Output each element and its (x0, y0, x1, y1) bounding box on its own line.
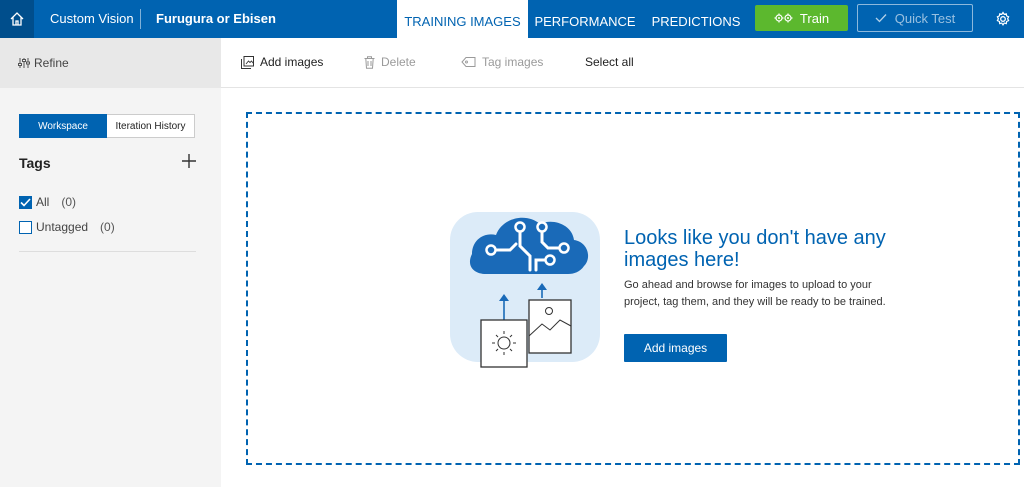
image-stack-icon (241, 55, 254, 69)
sidebar: Refine Workspace Iteration History Tags … (0, 38, 221, 487)
tag-filter-untagged[interactable]: Untagged (0) (19, 220, 115, 234)
gear-icon (996, 11, 1010, 26)
add-images-button[interactable]: Add images (624, 334, 727, 362)
trash-icon (364, 55, 375, 69)
tag-filter-all[interactable]: All (0) (19, 195, 76, 209)
add-tag-button[interactable] (181, 153, 197, 169)
view-switcher: Workspace Iteration History (19, 114, 195, 138)
tab-label: PREDICTIONS (651, 13, 741, 29)
refine-label: Refine (34, 56, 69, 70)
tag-count: (0) (61, 195, 77, 209)
sidebar-divider (19, 251, 196, 252)
plus-icon (182, 154, 196, 168)
tab-predictions[interactable]: PREDICTIONS (651, 0, 741, 38)
checkbox-checked-icon[interactable] (19, 195, 32, 209)
home-button[interactable] (0, 0, 34, 38)
image-toolbar: Add images Delete Tag images Select all (221, 38, 1024, 88)
gears-icon (774, 13, 793, 23)
tab-performance[interactable]: PERFORMANCE (534, 0, 636, 38)
cloud-upload-images-illustration (450, 212, 600, 368)
project-name: Furugura or Ebisen (156, 11, 276, 26)
toolbar-label: Tag images (482, 55, 544, 69)
empty-state-description: Go ahead and browse for images to upload… (624, 279, 886, 308)
tag-count: (0) (100, 220, 115, 234)
tab-label: TRAINING IMAGES (404, 13, 521, 29)
tag-label: Untagged (36, 220, 89, 234)
quick-test-label: Quick Test (894, 10, 956, 26)
quick-test-button[interactable]: Quick Test (857, 4, 973, 32)
settings-button[interactable] (994, 10, 1012, 28)
add-images-toolbar-button[interactable]: Add images (241, 55, 323, 69)
tag-images-toolbar-button[interactable]: Tag images (461, 55, 543, 69)
app-title[interactable]: Custom Vision (50, 11, 134, 26)
toolbar-label: Delete (381, 55, 416, 69)
toolbar-label: Select all (585, 55, 634, 69)
checkmark-icon (875, 14, 887, 23)
empty-state-title: Looks like you don't have any images her… (624, 227, 886, 271)
iteration-history-toggle[interactable]: Iteration History (107, 114, 195, 138)
tag-label: All (36, 195, 50, 209)
tab-label: PERFORMANCE (534, 13, 636, 29)
top-navigation-bar: Custom Vision Furugura or Ebisen TRAININ… (0, 0, 1024, 38)
delete-toolbar-button[interactable]: Delete (364, 55, 416, 69)
home-icon (10, 12, 24, 26)
tag-icon (461, 57, 476, 67)
sliders-icon (18, 58, 30, 68)
train-label: Train (799, 10, 830, 26)
refine-button[interactable]: Refine (0, 38, 221, 88)
toolbar-label: Add images (260, 55, 324, 69)
tab-training-images[interactable]: TRAINING IMAGES (397, 0, 528, 38)
header-divider (140, 9, 141, 29)
checkbox-unchecked-icon[interactable] (19, 220, 32, 234)
train-button[interactable]: Train (755, 5, 848, 31)
tags-heading: Tags (19, 155, 51, 171)
workspace-toggle[interactable]: Workspace (19, 114, 107, 138)
select-all-toolbar-button[interactable]: Select all (585, 55, 634, 69)
